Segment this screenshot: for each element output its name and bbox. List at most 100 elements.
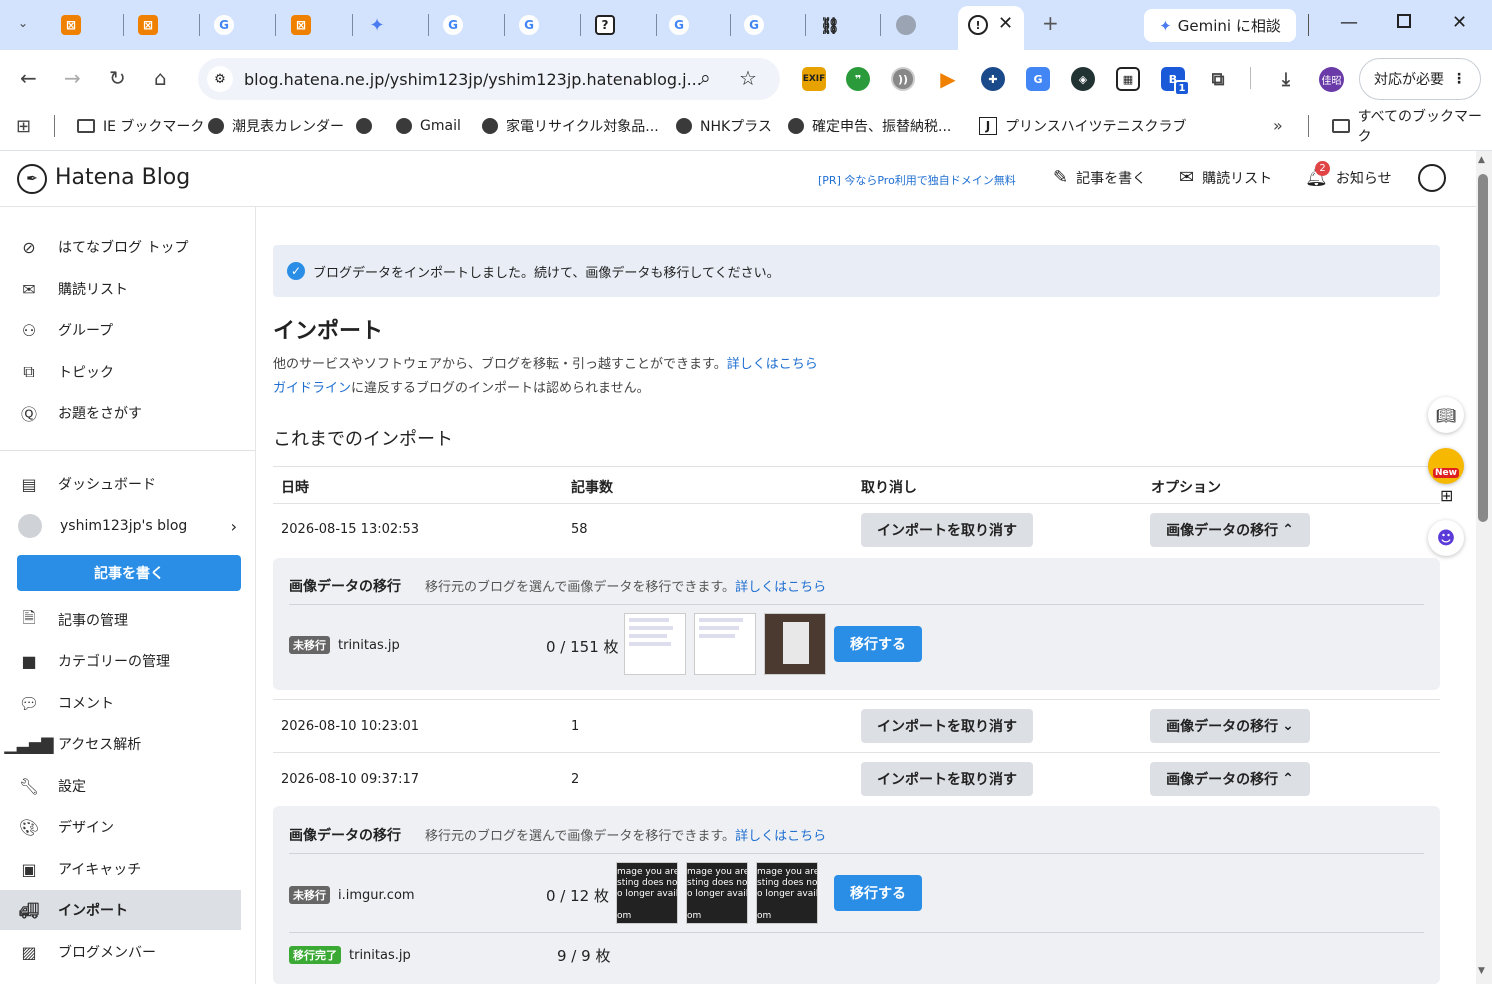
cancel-import-button[interactable]: インポートを取り消す (861, 762, 1033, 796)
sidebar-item-label: アクセス解析 (58, 737, 142, 753)
sidebar-item-import[interactable]: 🚚︎ インポート (0, 890, 241, 930)
tab-11[interactable]: ⛓ (817, 6, 843, 44)
scrollbar-thumb[interactable] (1478, 174, 1488, 522)
header-reading-list[interactable]: ✉ 購読リスト (1179, 167, 1272, 188)
translate-extension-icon[interactable]: G (1026, 67, 1050, 91)
image-migration-toggle[interactable]: 画像データの移行 ⌃ (1150, 513, 1310, 547)
sidebar-item-hatena-top[interactable]: ⊘ はてなブログ トップ (0, 227, 241, 267)
bookmark-blank[interactable] (356, 116, 372, 136)
quote-extension-icon[interactable]: ❞ (846, 67, 870, 91)
sidebar-item-blog[interactable]: yshim123jp's blog › (0, 506, 241, 546)
home-icon[interactable]: ⌂ (154, 66, 167, 90)
zoom-search-icon[interactable]: ⌕ (700, 67, 711, 89)
pr-link[interactable]: [PR] 今ならPro利用で独自ドメイン無料 (818, 172, 1016, 188)
sidebar-item-categories[interactable]: ■ カテゴリーの管理 (0, 641, 241, 681)
sidebar-item-comments[interactable]: 💬︎ コメント (0, 683, 241, 723)
sidebar-item-design[interactable]: 🎨︎ デザイン (0, 807, 241, 847)
bookmark-ie[interactable]: IE ブックマーク (77, 116, 204, 136)
palette-icon: 🎨︎ (18, 817, 40, 837)
bookmark-tennis[interactable]: J プリンスハイツテニスクラブ (979, 116, 1186, 136)
new-tab-icon[interactable]: + (1042, 11, 1059, 35)
tab-2[interactable]: ⊠ (135, 6, 161, 44)
user-account-icon[interactable] (1418, 164, 1446, 192)
sidebar-item-find-theme[interactable]: Ⓠ お題をさがす (0, 393, 241, 433)
panel-details-link[interactable]: 詳しくはこちら (735, 580, 826, 595)
bookmark-nhk[interactable]: NHKプラス (676, 116, 772, 136)
bookmark-recycle[interactable]: 家電リサイクル対象品... (482, 116, 659, 136)
url-text[interactable]: blog.hatena.ne.jp/yshim123jp/yshim123jp.… (244, 70, 702, 89)
sidebar-item-analytics[interactable]: ▁▃▅▇ アクセス解析 (0, 724, 241, 764)
cancel-import-button[interactable]: インポートを取り消す (861, 513, 1033, 547)
tab-9[interactable]: G (666, 6, 692, 44)
tab-8[interactable]: ? (592, 6, 618, 44)
close-tab-icon[interactable]: ✕ (998, 13, 1013, 34)
dashboard-icon: ▤ (21, 474, 37, 494)
bookmark-tax[interactable]: 確定申告、振替納税... (788, 116, 951, 136)
new-feature-icon[interactable]: New (1428, 448, 1464, 484)
sidebar-item-dashboard[interactable]: ▤ ダッシュボード (0, 464, 241, 504)
sidebar-item-members[interactable]: ▨ ブログメンバー (0, 932, 241, 972)
gemini-icon: ✦ (1159, 16, 1172, 35)
compass-extension-icon[interactable]: ◈ (1071, 67, 1095, 91)
reload-icon[interactable]: ↻ (109, 66, 126, 90)
guideline-link[interactable]: ガイドライン (273, 381, 351, 396)
image-migration-toggle[interactable]: 画像データの移行 ⌄ (1150, 709, 1310, 743)
exif-extension-icon[interactable]: EXIF (802, 67, 826, 91)
panel-desc-text: 移行元のブログを選んで画像データを移行できます。 (425, 580, 736, 595)
qr-code-extension-icon[interactable]: ▦ (1116, 67, 1140, 91)
hatena-logo-icon[interactable]: ✒ (17, 164, 47, 194)
bookmark-tide[interactable]: 潮見表カレンダー (208, 116, 344, 136)
all-bookmarks[interactable]: すべてのブックマーク (1332, 109, 1492, 145)
apps-icon[interactable]: ⊞ (1440, 486, 1453, 505)
assistant-bot-icon[interactable]: ☻ (1428, 520, 1464, 556)
tab-10[interactable]: G (741, 6, 767, 44)
details-link[interactable]: 詳しくはこちら (727, 357, 818, 372)
scroll-up-icon[interactable]: ▲ (1478, 155, 1485, 165)
sidebar-item-eyecatch[interactable]: ▣ アイキャッチ (0, 849, 241, 889)
write-post-button[interactable]: 記事を書く (17, 555, 241, 591)
tab-4[interactable]: ⊠ (288, 6, 314, 44)
close-window-icon[interactable]: ✕ (1452, 12, 1467, 33)
sidebar-item-reading-list[interactable]: ✉ 購読リスト (0, 269, 241, 309)
cancel-import-button[interactable]: インポートを取り消す (861, 709, 1033, 743)
tab-3[interactable]: G (211, 6, 237, 44)
tab-7[interactable]: G (516, 6, 542, 44)
bookmarks-more-icon[interactable]: » (1273, 116, 1283, 135)
back-icon[interactable]: ← (20, 66, 37, 90)
scroll-down-icon[interactable]: ▼ (1478, 966, 1485, 976)
migrate-button[interactable]: 移行する (834, 875, 922, 911)
header-write-link[interactable]: ✎ 記事を書く (1053, 167, 1146, 188)
profile-alert-button[interactable]: 対応が必要 ⋮ (1359, 58, 1481, 100)
site-info-icon[interactable]: ⚙ (207, 66, 233, 92)
thumbnail-image (624, 613, 686, 675)
puzzle-extension-icon[interactable]: ✚ (981, 67, 1005, 91)
rss-extension-icon[interactable]: )) (891, 67, 915, 91)
forward-icon[interactable]: → (64, 66, 81, 90)
download-icon[interactable]: ⤓ (1274, 67, 1298, 91)
tab-5[interactable]: ✦ (364, 6, 390, 44)
minimize-icon[interactable]: — (1340, 12, 1358, 33)
chevron-right-icon: › (230, 516, 237, 536)
tab-1[interactable]: ⊠ (58, 6, 84, 44)
extensions-puzzle-icon[interactable]: ⧉ (1206, 67, 1230, 91)
image-migration-toggle[interactable]: 画像データの移行 ⌃ (1150, 762, 1310, 796)
gemini-button[interactable]: ✦ Gemini に相談 (1144, 9, 1296, 42)
sidebar-item-topics[interactable]: ⧉ トピック (0, 352, 241, 392)
avatar[interactable]: 佳昭 (1319, 67, 1344, 92)
sidebar-item-settings[interactable]: 🔧︎ 設定 (0, 766, 241, 806)
panel-details-link[interactable]: 詳しくはこちら (735, 829, 826, 844)
sidebar-item-posts[interactable]: 🗎︎ 記事の管理 (0, 600, 241, 640)
bookmark-star-icon[interactable]: ☆ (739, 66, 757, 90)
migrate-button[interactable]: 移行する (834, 626, 922, 662)
play-extension-icon[interactable]: ▶ (936, 67, 960, 91)
tab-search-chevron-icon[interactable]: ⌄ (18, 16, 28, 30)
apps-grid-icon[interactable]: ⊞ (16, 116, 31, 137)
tab-12[interactable] (893, 6, 919, 44)
maximize-icon[interactable] (1397, 14, 1411, 28)
tab-6[interactable]: G (440, 6, 466, 44)
logo-text[interactable]: Hatena Blog (55, 165, 190, 190)
bookmark-gmail[interactable]: Gmail (396, 116, 461, 136)
extension-count-badge: 1 (1174, 80, 1190, 96)
reader-mode-icon[interactable]: 📖︎ (1428, 397, 1464, 433)
sidebar-item-groups[interactable]: ⚇ グループ (0, 310, 241, 350)
